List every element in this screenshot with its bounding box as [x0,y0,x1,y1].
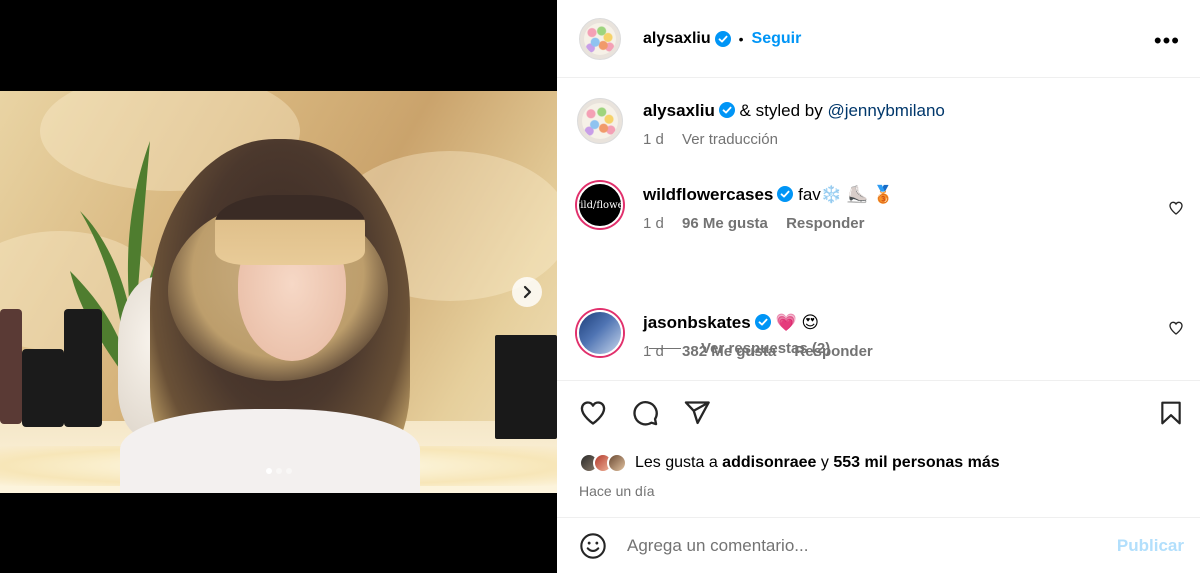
carousel-next-button[interactable] [512,277,542,307]
caption-time: 1 d [643,131,664,148]
carousel-dots [0,468,557,474]
comment-item: wild/flower wildflowercases fav❄️ ⛸️ 🥉 1… [577,182,1184,232]
translate-link[interactable]: Ver traducción [682,131,778,148]
more-options-icon[interactable]: ••• [1154,28,1180,54]
share-icon[interactable] [682,399,712,427]
post-comment-button[interactable]: Publicar [1117,536,1184,556]
post-sidebar: alysaxliu • Seguir ••• alysaxliu & style… [557,0,1200,573]
avatar[interactable] [577,98,623,144]
verified-badge-icon [718,102,735,118]
comments-list: alysaxliu & styled by @jennybmilano 1 d … [557,78,1200,380]
verified-badge-icon [754,314,771,330]
comment-username[interactable]: wildflowercases [643,185,773,204]
verified-badge-icon [714,30,731,47]
post-actions: Les gusta a addisonraee y 553 mil person… [557,380,1200,517]
comment-likes[interactable]: 96 Me gusta [682,215,768,232]
carousel-dot [265,468,272,474]
carousel-dot [285,468,292,474]
likes-count[interactable]: 553 mil personas más [833,454,999,471]
caption-text: & styled by [734,101,828,120]
separator-dot: • [738,30,744,47]
likes-summary: Les gusta a addisonraee y 553 mil person… [579,453,1000,473]
mention-link[interactable]: @jennybmilano [827,101,944,120]
reply-button[interactable]: Responder [794,343,872,360]
caption-username[interactable]: alysaxliu [643,101,715,120]
comment-text: fav❄️ ⛸️ 🥉 [793,185,894,204]
comment-item: jasonbskates 💗 😍 1 d 382 Me gusta Respon… [577,310,1184,360]
caption: alysaxliu & styled by @jennybmilano 1 d … [577,98,1184,148]
comment-input[interactable] [627,535,1087,556]
comment-text: 💗 😍 [770,313,820,332]
avatar[interactable] [579,17,621,60]
post-header: alysaxliu • Seguir ••• [557,0,1200,78]
like-comment-icon[interactable] [1168,200,1184,216]
chevron-right-icon [523,285,532,299]
avatar-logo-text: wild/flower [579,199,623,211]
follow-button[interactable]: Seguir [752,30,802,48]
comment-username[interactable]: jasonbskates [643,313,751,332]
post-photo [0,91,557,493]
avatar [607,453,627,473]
like-icon[interactable] [578,399,608,427]
like-comment-icon[interactable] [1168,320,1184,336]
avatar[interactable] [577,310,623,356]
comment-composer: Publicar [557,517,1200,573]
likes-prefix: Les gusta a [635,454,723,471]
likes-middle: y [816,454,834,471]
author-username[interactable]: alysaxliu [643,30,711,48]
emoji-icon[interactable] [579,532,607,560]
carousel-dot [275,468,282,474]
post-media [0,0,557,573]
avatar[interactable]: wild/flower [577,182,623,228]
reply-button[interactable]: Responder [786,215,864,232]
comment-time: 1 d [643,343,664,360]
comment-icon[interactable] [630,399,660,427]
save-bookmark-icon[interactable] [1158,399,1184,427]
comment-time: 1 d [643,215,664,232]
comment-likes[interactable]: 382 Me gusta [682,343,776,360]
post-timestamp: Hace un día [579,483,655,499]
verified-badge-icon [777,186,794,202]
liker-username[interactable]: addisonraee [722,454,816,471]
